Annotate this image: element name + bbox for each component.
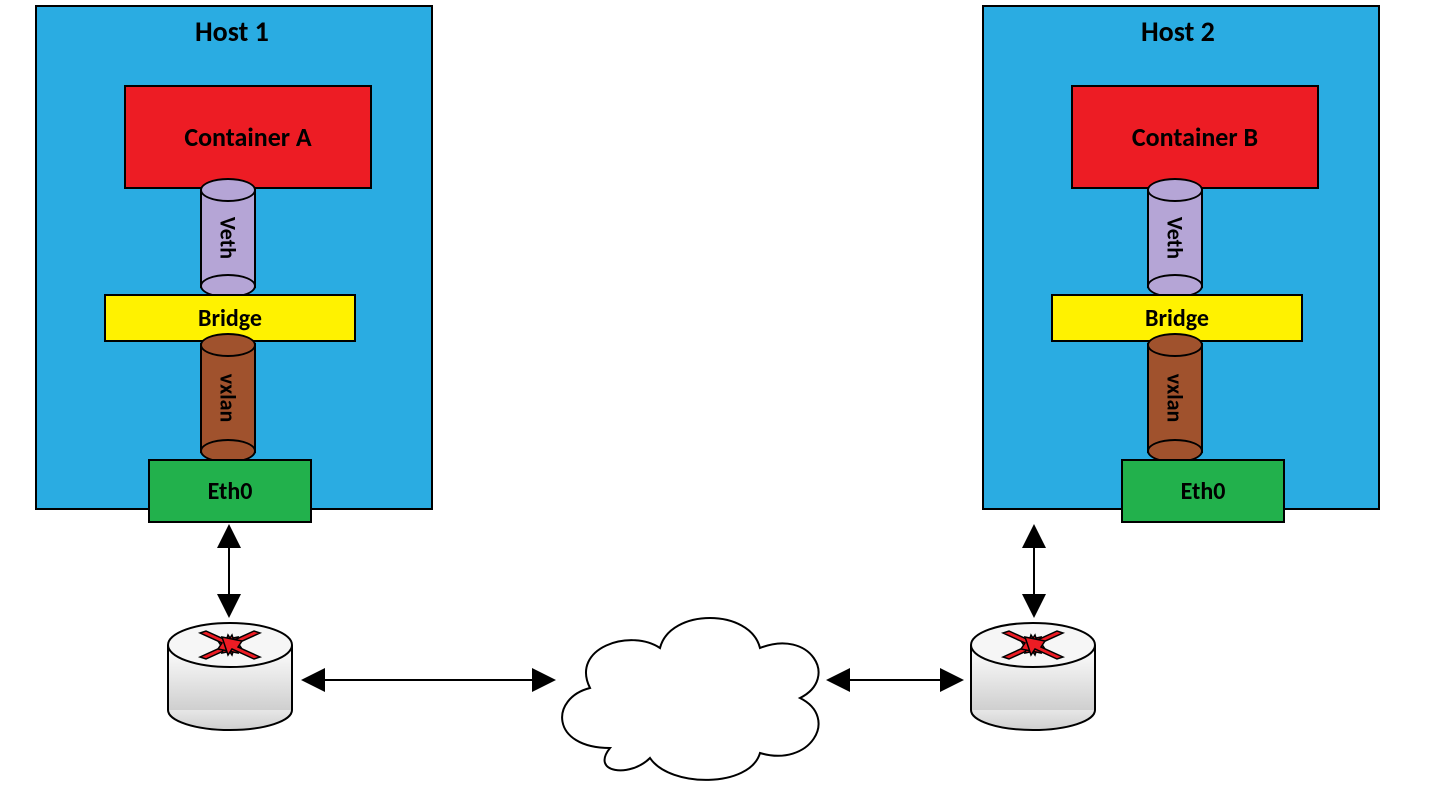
host1-vxlan-cylinder: vxlan: [200, 333, 256, 463]
diagram-canvas: Host 1 Container A Veth Bridge vxlan Eth…: [0, 0, 1437, 803]
host1-eth-label: Eth0: [208, 477, 253, 506]
host1-bridge-label: Bridge: [198, 304, 262, 333]
router2-icon: [963, 615, 1103, 735]
host2-vxlan-cylinder: vxlan: [1147, 333, 1203, 463]
host1-container: Container A: [124, 85, 372, 189]
router1-icon: [160, 615, 300, 735]
host1-veth-label: Veth: [215, 217, 242, 259]
host2-eth: Eth0: [1121, 459, 1285, 523]
host2-title: Host 2: [1141, 14, 1215, 49]
host1-container-label: Container A: [184, 121, 311, 153]
host1-veth-cylinder: Veth: [200, 178, 256, 298]
host1-eth: Eth0: [148, 459, 312, 523]
cloud-icon: [530, 588, 846, 793]
host2-bridge-label: Bridge: [1145, 304, 1209, 333]
host1-vxlan-label: vxlan: [215, 374, 242, 423]
host2-veth-cylinder: Veth: [1147, 178, 1203, 298]
host2-container: Container B: [1071, 85, 1319, 189]
host2-vxlan-label: vxlan: [1162, 374, 1189, 423]
host2-container-label: Container B: [1132, 121, 1258, 153]
host2-veth-label: Veth: [1162, 217, 1189, 259]
host1-title: Host 1: [195, 14, 269, 49]
host2-eth-label: Eth0: [1181, 477, 1226, 506]
